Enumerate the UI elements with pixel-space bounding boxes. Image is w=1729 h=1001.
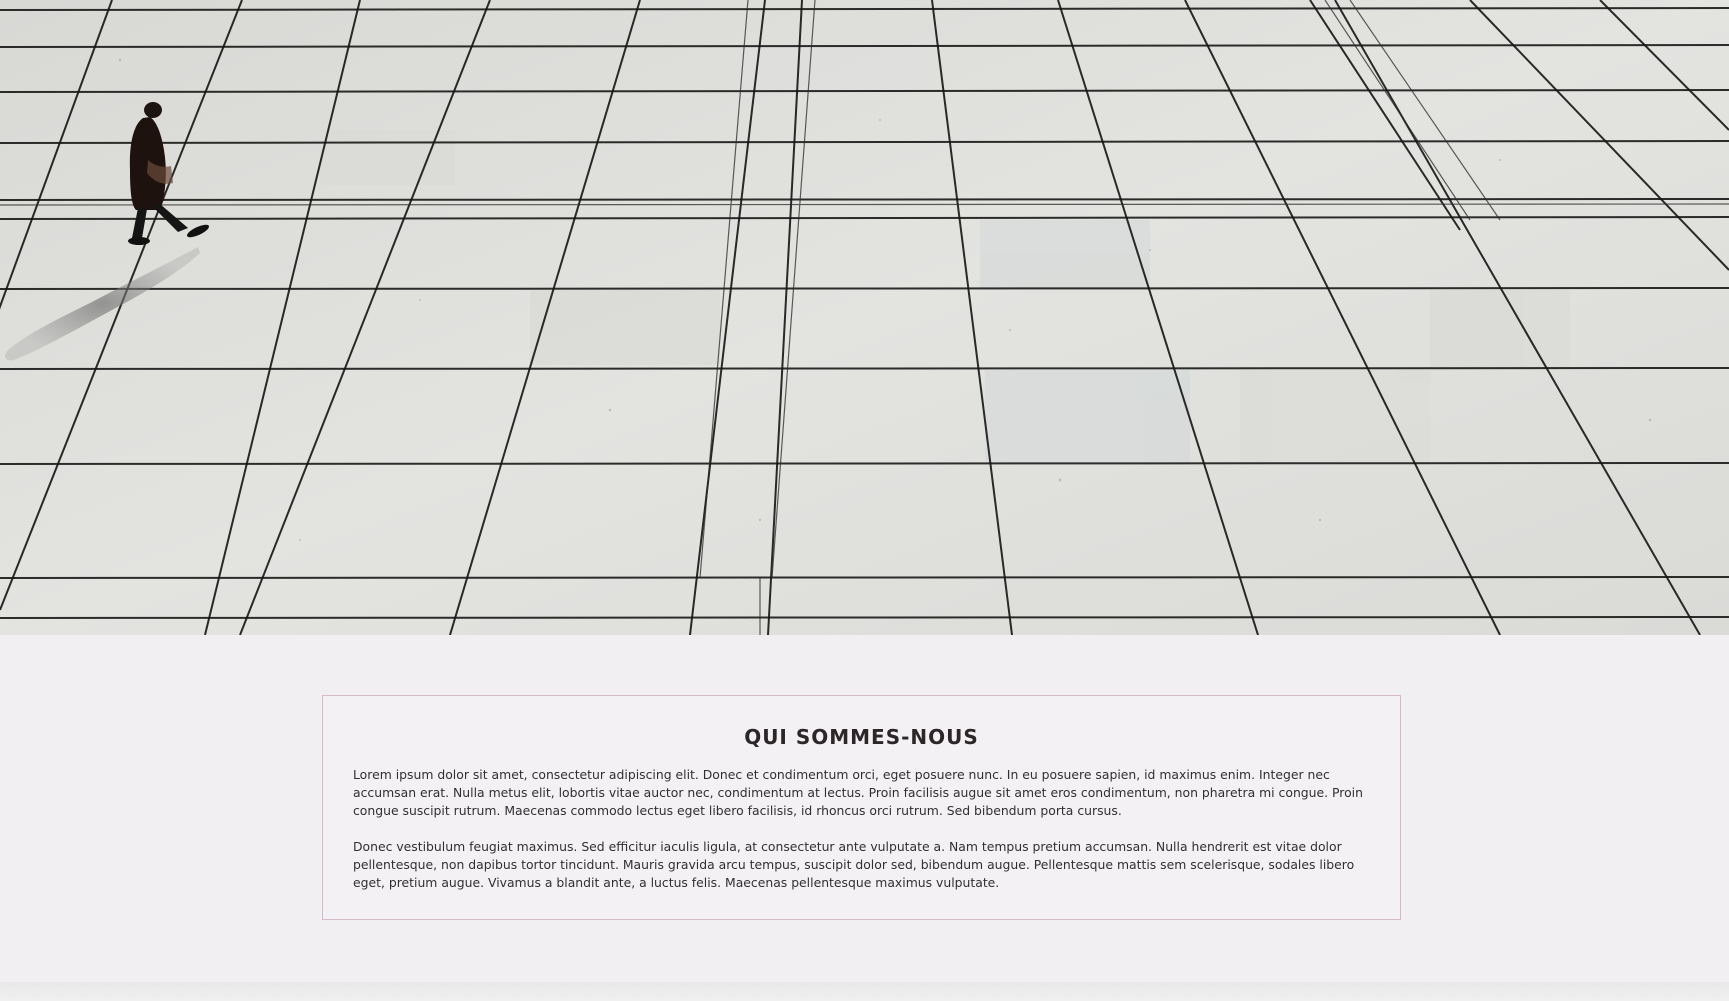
about-paragraph-2: Donec vestibulum feugiat maximus. Sed ef… [353, 839, 1355, 890]
about-paragraph-1: Lorem ipsum dolor sit amet, consectetur … [353, 767, 1363, 818]
plaza-photo [0, 0, 1729, 635]
about-section: QUI SOMMES-NOUS Lorem ipsum dolor sit am… [0, 635, 1729, 982]
hero-image [0, 0, 1729, 635]
about-card: QUI SOMMES-NOUS Lorem ipsum dolor sit am… [322, 695, 1401, 920]
footer-pattern-strip [0, 982, 1729, 1001]
about-title: QUI SOMMES-NOUS [744, 725, 979, 749]
